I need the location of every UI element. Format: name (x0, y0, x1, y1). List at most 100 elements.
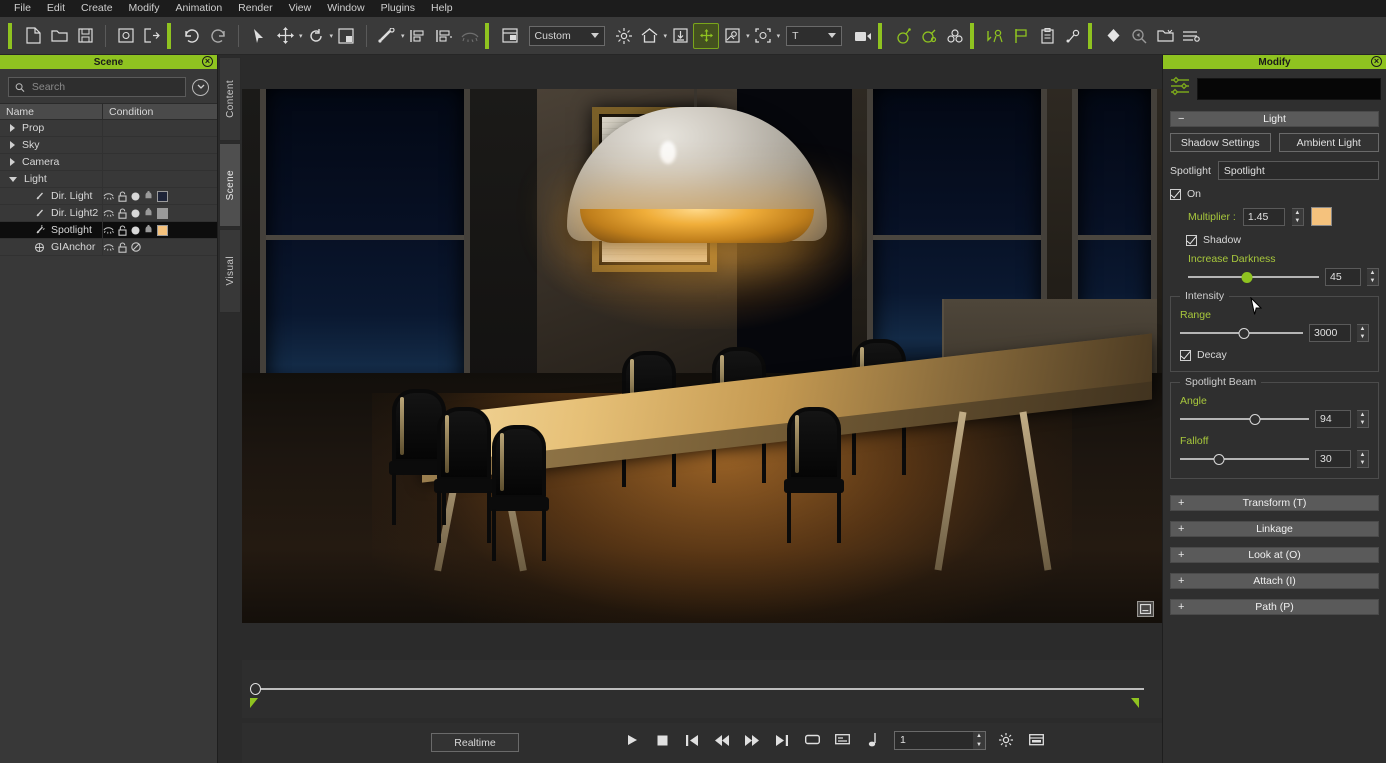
scale-icon[interactable] (333, 23, 359, 49)
bell-icon[interactable] (144, 225, 153, 235)
center-pivot-icon[interactable] (693, 23, 719, 49)
chevron-down-icon[interactable] (9, 177, 17, 182)
scene-tree-row-prop[interactable]: Prop (0, 120, 217, 137)
increase-darkness-knob[interactable] (1241, 272, 1252, 283)
section-header-transform-t[interactable]: +Transform (T) (1170, 495, 1379, 511)
motion-key-icon[interactable] (982, 23, 1008, 49)
lock-icon[interactable] (118, 225, 127, 236)
shadow-checkbox-row[interactable]: Shadow (1170, 234, 1379, 246)
close-icon[interactable]: × (202, 56, 213, 67)
bell-icon[interactable] (144, 208, 153, 218)
no-entry-icon[interactable] (131, 242, 141, 252)
link-icon[interactable] (374, 23, 400, 49)
tab-scene[interactable]: Scene (219, 143, 241, 227)
search-box[interactable] (8, 77, 186, 97)
scene-tree-row-sky[interactable]: Sky (0, 137, 217, 154)
timeline-options-icon[interactable] (1026, 730, 1046, 750)
drop-to-floor-icon[interactable] (667, 23, 693, 49)
multiplier-input[interactable]: 1.45 (1243, 208, 1285, 226)
eyelash-icon[interactable] (457, 23, 483, 49)
rotate-icon[interactable] (303, 23, 329, 49)
flag-icon[interactable] (1008, 23, 1034, 49)
object-name-field[interactable] (1197, 78, 1381, 100)
bounding-box-icon[interactable] (750, 23, 776, 49)
tree-row-color-swatch[interactable] (157, 191, 168, 202)
section-header-look-at-o[interactable]: +Look at (O) (1170, 547, 1379, 563)
video-camera-icon[interactable] (850, 23, 876, 49)
search-render-icon[interactable] (1126, 23, 1152, 49)
search-input[interactable] (32, 81, 179, 93)
eye-icon[interactable] (103, 192, 114, 200)
close-icon-2[interactable]: × (1371, 56, 1382, 67)
camera-frame-icon[interactable] (719, 23, 745, 49)
scene-tree-row-dir-light[interactable]: Dir. Light (0, 188, 217, 205)
play-icon[interactable] (622, 730, 642, 750)
render-settings-icon[interactable] (1178, 23, 1204, 49)
clipboard-icon[interactable] (1034, 23, 1060, 49)
chevron-down-circle-icon[interactable] (192, 79, 209, 96)
increase-darkness-slider[interactable] (1188, 270, 1319, 284)
section-header-attach-i[interactable]: +Attach (I) (1170, 573, 1379, 589)
falloff-input[interactable]: 30 (1315, 450, 1351, 468)
tab-content[interactable]: Content (219, 57, 241, 141)
menu-item-plugins[interactable]: Plugins (373, 0, 423, 17)
range-input[interactable]: 3000 (1309, 324, 1351, 342)
eye-icon[interactable] (103, 209, 114, 217)
section-header-light[interactable]: − Light (1170, 111, 1379, 127)
scene-tree-row-dir-light2[interactable]: Dir. Light2 (0, 205, 217, 222)
undo-icon[interactable] (179, 23, 205, 49)
angle-slider[interactable] (1180, 412, 1309, 426)
viewport-3d[interactable]: Charlie Chaplin (242, 89, 1162, 623)
bone-link-icon[interactable] (1060, 23, 1086, 49)
home-icon[interactable] (637, 23, 663, 49)
step-forward-icon[interactable] (742, 730, 762, 750)
menu-item-create[interactable]: Create (73, 0, 121, 17)
sun-icon[interactable] (611, 23, 637, 49)
open-folder-icon[interactable] (46, 23, 72, 49)
range-knob[interactable] (1238, 328, 1249, 339)
circle-icon[interactable] (131, 192, 140, 201)
on-checkbox[interactable] (1170, 189, 1181, 200)
eye-icon[interactable] (103, 226, 114, 234)
timeline-playhead[interactable] (250, 683, 261, 695)
chevron-right-icon[interactable] (10, 124, 15, 132)
section-header-path-p[interactable]: +Path (P) (1170, 599, 1379, 615)
shadow-checkbox[interactable] (1186, 235, 1197, 246)
angle-spinner[interactable]: ▲▼ (1357, 410, 1369, 428)
physics-icon[interactable] (890, 23, 916, 49)
lock-icon[interactable] (118, 208, 127, 219)
bounding-box-caret-icon[interactable]: ▾ (777, 32, 781, 40)
realtime-button[interactable]: Realtime (431, 733, 519, 752)
range-slider[interactable] (1180, 326, 1303, 340)
bell-icon[interactable] (144, 191, 153, 201)
layout-preset-dropdown[interactable]: Custom (529, 26, 605, 46)
tab-visual[interactable]: Visual (219, 229, 241, 313)
increase-darkness-input[interactable]: 45 (1325, 268, 1361, 286)
align-distribute-icon[interactable] (431, 23, 457, 49)
lock-icon[interactable] (118, 242, 127, 253)
circle-icon[interactable] (131, 209, 140, 218)
menu-item-window[interactable]: Window (319, 0, 372, 17)
lock-icon[interactable] (118, 191, 127, 202)
new-document-icon[interactable] (20, 23, 46, 49)
ambient-light-button[interactable]: Ambient Light (1279, 133, 1380, 152)
circle-icon[interactable] (131, 226, 140, 235)
scene-tree-row-camera[interactable]: Camera (0, 154, 217, 171)
menu-item-edit[interactable]: Edit (39, 0, 73, 17)
eye-icon[interactable] (103, 243, 114, 251)
falloff-knob[interactable] (1213, 454, 1224, 465)
step-back-icon[interactable] (712, 730, 732, 750)
timeline-range-start-marker[interactable] (250, 698, 258, 708)
save-disk-icon[interactable] (72, 23, 98, 49)
light-color-swatch[interactable] (1311, 207, 1332, 226)
timeline-range-end-marker[interactable] (1131, 698, 1139, 708)
diamond-key-icon[interactable] (1100, 23, 1126, 49)
tree-row-color-swatch[interactable] (157, 208, 168, 219)
loop-icon[interactable] (802, 730, 822, 750)
menu-item-modify[interactable]: Modify (121, 0, 168, 17)
move-caret-icon[interactable]: ▾ (299, 32, 303, 40)
folder-render-icon[interactable] (1152, 23, 1178, 49)
timeline[interactable] (242, 660, 1162, 718)
menu-item-render[interactable]: Render (230, 0, 280, 17)
align-left-icon[interactable] (405, 23, 431, 49)
